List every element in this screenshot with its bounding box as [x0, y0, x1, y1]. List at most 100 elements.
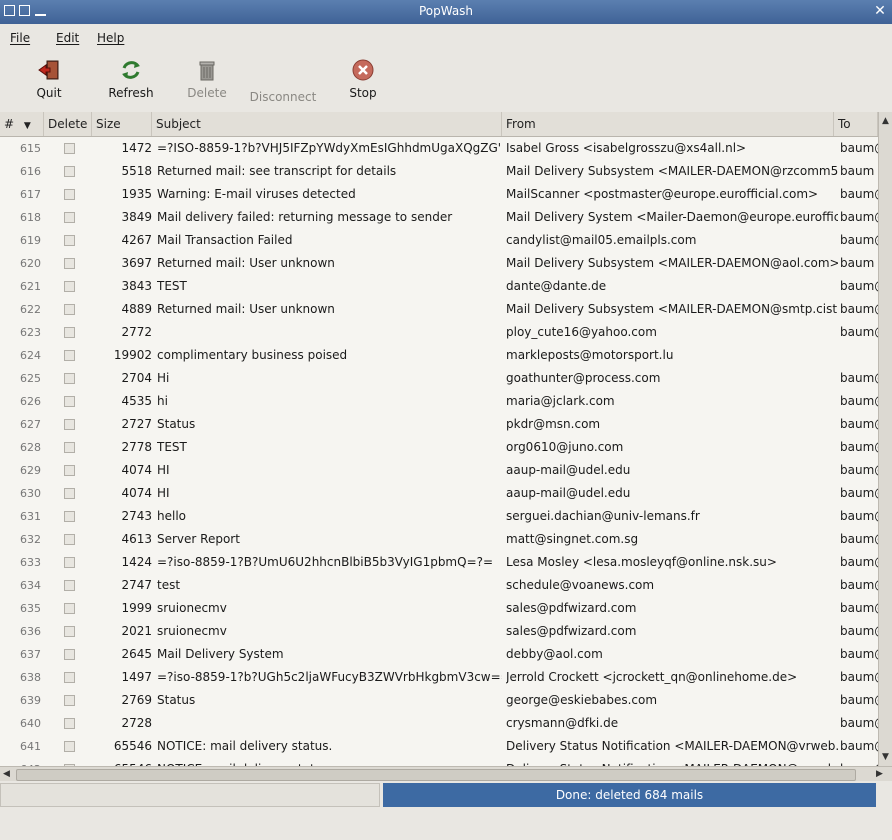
column-header-subject[interactable]: Subject — [152, 112, 502, 136]
message-row[interactable]: 634 2747 test schedule@voanews.com baum@ — [0, 574, 878, 597]
delete-checkbox[interactable] — [64, 741, 75, 752]
message-size: 2704 — [121, 371, 152, 385]
message-to: baum@ — [840, 279, 878, 293]
message-to: baum@ — [840, 693, 878, 707]
delete-checkbox[interactable] — [64, 488, 75, 499]
refresh-button[interactable]: Refresh — [106, 58, 156, 100]
delete-checkbox[interactable] — [64, 327, 75, 338]
message-row[interactable]: 626 4535 hi maria@jclark.com baum@ — [0, 390, 878, 413]
scroll-right-icon[interactable]: ▶ — [876, 769, 883, 779]
horizontal-scroll-thumb[interactable] — [16, 769, 856, 781]
message-row[interactable]: 630 4074 HI aaup-mail@udel.edu baum@ — [0, 482, 878, 505]
message-subject: Mail delivery failed: returning message … — [157, 210, 453, 224]
delete-checkbox[interactable] — [64, 649, 75, 660]
message-row[interactable]: 633 1424 =?iso-8859-1?B?UmU6U2hhcnBlbiB5b3… — [0, 551, 878, 574]
column-header-from[interactable]: From — [502, 112, 834, 136]
scroll-left-icon[interactable]: ◀ — [3, 769, 10, 779]
message-row[interactable]: 638 1497 =?iso-8859-1?b?UGh5c2ljaWFucyB3ZW… — [0, 666, 878, 689]
message-from: pkdr@msn.com — [506, 417, 601, 431]
message-row[interactable]: 629 4074 HI aaup-mail@udel.edu baum@ — [0, 459, 878, 482]
message-number: 639 — [20, 694, 41, 707]
delete-checkbox[interactable] — [64, 281, 75, 292]
message-row[interactable]: 628 2778 TEST org0610@juno.com baum@ — [0, 436, 878, 459]
delete-checkbox[interactable] — [64, 695, 75, 706]
message-row[interactable]: 637 2645 Mail Delivery System debby@aol.com… — [0, 643, 878, 666]
delete-checkbox[interactable] — [64, 580, 75, 591]
message-row[interactable]: 623 2772 ploy_cute16@yahoo.com baum@ — [0, 321, 878, 344]
message-subject: =?iso-8859-1?b?UGh5c2ljaWFucyB3ZWVrbHkgb… — [157, 670, 502, 684]
message-from: MailScanner <postmaster@europe.euroffici… — [506, 187, 819, 201]
message-row[interactable]: 616 5518 Returned mail: see transcript for… — [0, 160, 878, 183]
delete-checkbox[interactable] — [64, 718, 75, 729]
message-subject: complimentary business poised — [157, 348, 348, 362]
menu-help[interactable]: Help — [97, 31, 124, 45]
message-to: baum@ — [840, 417, 878, 431]
message-row[interactable]: 622 4889 Returned mail: User unknown Mail D… — [0, 298, 878, 321]
message-row[interactable]: 64265546NOTICE: mail delivery status.Del… — [0, 758, 878, 766]
message-to: baum@ — [840, 509, 878, 523]
delete-checkbox[interactable] — [64, 304, 75, 315]
delete-checkbox[interactable] — [64, 534, 75, 545]
delete-checkbox[interactable] — [64, 557, 75, 568]
delete-checkbox[interactable] — [64, 189, 75, 200]
vertical-scrollbar[interactable]: ▲ ▼ — [878, 112, 892, 766]
delete-checkbox[interactable] — [64, 212, 75, 223]
message-row[interactable]: 617 1935 Warning: E-mail viruses detected M… — [0, 183, 878, 206]
message-row[interactable]: 639 2769 Status george@eskiebabes.com baum@ — [0, 689, 878, 712]
disconnect-button[interactable]: Disconnect — [248, 90, 318, 104]
message-size: 2645 — [121, 647, 152, 661]
delete-checkbox[interactable] — [64, 511, 75, 522]
delete-button[interactable]: Delete — [186, 58, 228, 100]
delete-checkbox[interactable] — [64, 235, 75, 246]
message-row[interactable]: 636 2021 sruionecmv sales@pdfwizard.com baum… — [0, 620, 878, 643]
message-from: Mail Delivery Subsystem <MAILER-DAEMON@r… — [506, 164, 838, 178]
message-number: 623 — [20, 326, 41, 339]
message-row[interactable]: 641 65546 NOTICE: mail delivery status. Del… — [0, 735, 878, 758]
delete-checkbox[interactable] — [64, 373, 75, 384]
message-row[interactable]: 620 3697 Returned mail: User unknown Mail D… — [0, 252, 878, 275]
message-row[interactable]: 621 3843 TEST dante@dante.de baum@ — [0, 275, 878, 298]
message-row[interactable]: 631 2743 hello serguei.dachian@univ-lemans.… — [0, 505, 878, 528]
delete-checkbox[interactable] — [64, 258, 75, 269]
menu-file[interactable]: File — [10, 31, 30, 45]
message-to: baum@ — [840, 486, 878, 500]
message-row[interactable]: 619 4267 Mail Transaction Failed candylist@… — [0, 229, 878, 252]
delete-checkbox[interactable] — [64, 350, 75, 361]
message-subject: Status — [157, 693, 196, 707]
message-row[interactable]: 627 2727 Status pkdr@msn.com baum@ — [0, 413, 878, 436]
delete-checkbox[interactable] — [64, 166, 75, 177]
message-from: Jerrold Crockett <jcrockett_qn@onlinehom… — [506, 670, 798, 684]
close-icon[interactable]: ✕ — [872, 3, 888, 19]
quit-button[interactable]: Quit — [34, 58, 64, 100]
delete-checkbox[interactable] — [64, 143, 75, 154]
message-to: baum@ — [840, 440, 878, 454]
message-subject: hello — [157, 509, 186, 523]
column-header-delete[interactable]: Delete — [44, 112, 92, 136]
delete-checkbox[interactable] — [64, 603, 75, 614]
column-header-num[interactable]: # ▼ — [0, 112, 44, 136]
message-row[interactable]: 640 2728 crysmann@dfki.de baum@ — [0, 712, 878, 735]
scroll-down-icon[interactable]: ▼ — [882, 752, 889, 762]
message-row[interactable]: 615 1472 =?ISO-8859-1?b?VHJ5IFZpYWdyXmEsIG… — [0, 137, 878, 160]
delete-checkbox[interactable] — [64, 672, 75, 683]
scroll-up-icon[interactable]: ▲ — [882, 116, 889, 126]
message-row[interactable]: 625 2704 Hi goathunter@process.com baum@ — [0, 367, 878, 390]
delete-checkbox[interactable] — [64, 442, 75, 453]
delete-checkbox[interactable] — [64, 626, 75, 637]
stop-button[interactable]: Stop — [347, 58, 379, 100]
message-row[interactable]: 632 4613 Server Report matt@singnet.com.sg b… — [0, 528, 878, 551]
delete-checkbox[interactable] — [64, 465, 75, 476]
trash-icon — [199, 61, 215, 81]
message-row[interactable]: 624 19902 complimentary business poised mar… — [0, 344, 878, 367]
delete-checkbox[interactable] — [64, 396, 75, 407]
delete-checkbox[interactable] — [64, 419, 75, 430]
message-size: 5518 — [121, 164, 152, 178]
message-subject: HI — [157, 486, 170, 500]
stop-icon — [352, 59, 374, 81]
horizontal-scrollbar[interactable]: ◀ ▶ — [0, 766, 892, 782]
menu-edit[interactable]: Edit — [56, 31, 79, 45]
message-row[interactable]: 635 1999 sruionecmv sales@pdfwizard.com baum… — [0, 597, 878, 620]
message-row[interactable]: 618 3849 Mail delivery failed: returning m… — [0, 206, 878, 229]
column-header-size[interactable]: Size — [92, 112, 152, 136]
column-header-to[interactable]: To — [834, 112, 878, 136]
